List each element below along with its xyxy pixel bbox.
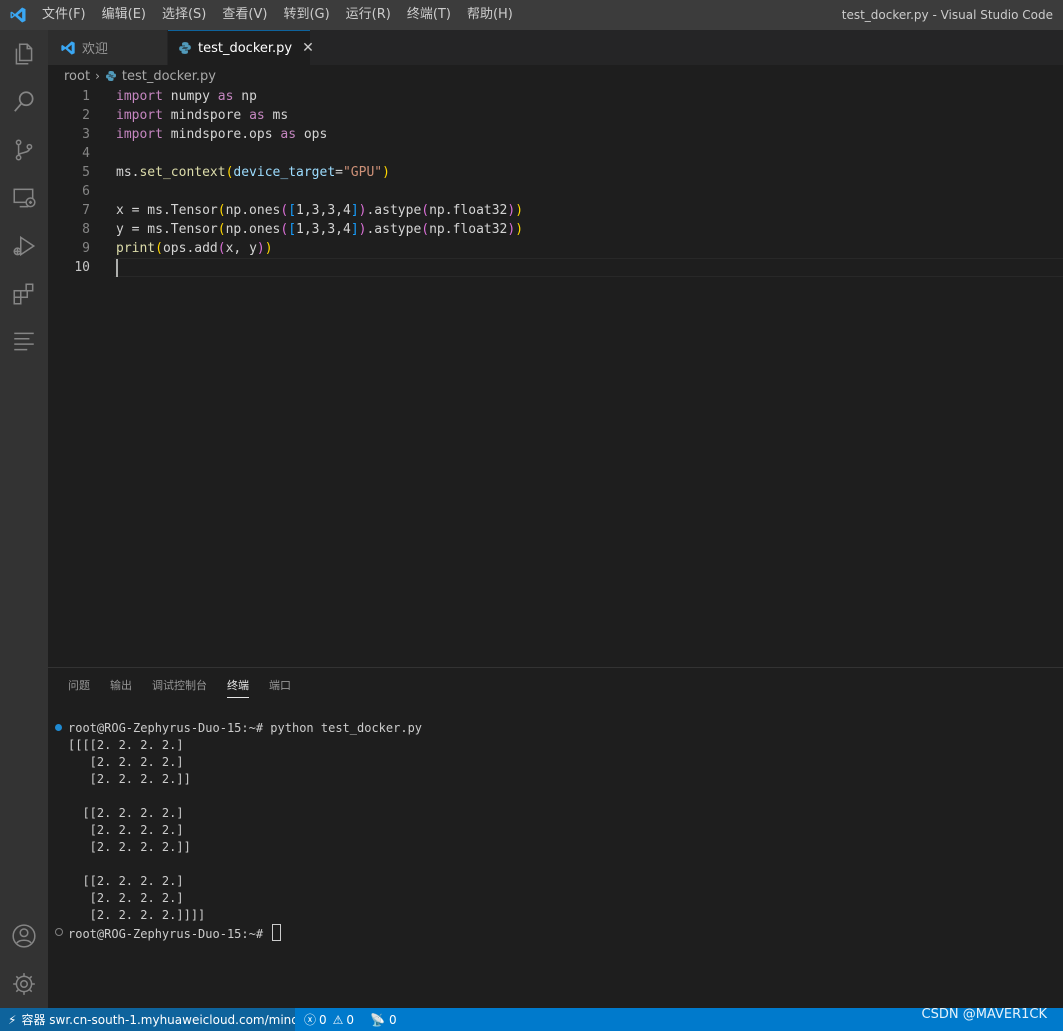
tab-debug-console[interactable]: 调试控制台 <box>142 668 217 704</box>
menu-selection[interactable]: 选择(S) <box>154 0 214 30</box>
accounts-icon[interactable] <box>0 912 48 960</box>
terminal-prompt-2: root@ROG-Zephyrus-Duo-15:~# <box>68 927 271 941</box>
tab-ports[interactable]: 端口 <box>259 668 301 704</box>
command-success-dot-icon <box>55 724 62 731</box>
code-line: y = ms.Tensor(np.ones([1,3,3,4]).astype(… <box>116 222 524 237</box>
breadcrumb-root[interactable]: root <box>64 69 90 84</box>
source-control-icon[interactable] <box>0 126 48 174</box>
broadcast-icon: 📡 <box>370 1012 385 1027</box>
close-tab-icon[interactable]: ✕ <box>302 40 314 56</box>
line-number: 9 <box>82 241 90 256</box>
panel-tabs: 问题 输出 调试控制台 终端 端口 <box>58 668 301 704</box>
terminal-result: [[[[2. 2. 2. 2.] [2. 2. 2. 2.] [2. 2. 2.… <box>68 738 206 922</box>
line-number: 1 <box>82 89 90 104</box>
title-bar: 文件(F) 编辑(E) 选择(S) 查看(V) 转到(G) 运行(R) 终端(T… <box>0 0 1063 30</box>
tab-output[interactable]: 输出 <box>100 668 142 704</box>
line-number: 2 <box>82 108 90 123</box>
menu-go[interactable]: 转到(G) <box>275 0 337 30</box>
activity-bar <box>0 30 48 1008</box>
menu-run[interactable]: 运行(R) <box>338 0 399 30</box>
line-number: 8 <box>82 222 90 237</box>
code-line: import numpy as np <box>116 89 257 104</box>
editor-tab-bar: 欢迎 test_docker.py ✕ <box>48 30 1063 65</box>
breadcrumb: root › test_docker.py <box>48 65 1063 87</box>
code-line: print(ops.add(x, y)) <box>116 241 273 256</box>
chevron-right-icon: › <box>95 69 100 83</box>
warning-count: 0 <box>346 1012 355 1027</box>
code-line: ms.set_context(device_target="GPU") <box>116 165 390 180</box>
tab-test-docker-label: test_docker.py <box>198 40 293 56</box>
bottom-panel: 问题 输出 调试控制台 终端 端口 root@ROG-Zephyrus-Duo-… <box>48 667 1063 1009</box>
run-debug-icon[interactable] <box>0 222 48 270</box>
menu-terminal[interactable]: 终端(T) <box>399 0 459 30</box>
ports-status[interactable]: 📡 0 <box>370 1008 397 1031</box>
line-number: 7 <box>82 203 90 218</box>
python-file-icon <box>105 70 117 82</box>
code-editor[interactable]: 1 import numpy as np 2 import mindspore as… <box>48 87 1063 667</box>
error-icon: ⓧ <box>304 1013 317 1027</box>
terminal-prompt: root@ROG-Zephyrus-Duo-15:~# <box>68 721 271 735</box>
menu-file[interactable]: 文件(F) <box>34 0 94 30</box>
python-file-icon <box>178 41 192 55</box>
remote-indicator[interactable]: ⚡ 容器 swr.cn-south-1.myhuaweicloud.com/mi… <box>0 1008 295 1031</box>
line-number: 4 <box>82 146 90 161</box>
tab-welcome[interactable]: 欢迎 <box>48 30 167 65</box>
error-count: 0 <box>319 1012 327 1027</box>
line-number: 6 <box>82 184 90 199</box>
menu-bar: 文件(F) 编辑(E) 选择(S) 查看(V) 转到(G) 运行(R) 终端(T… <box>34 0 521 30</box>
status-bar: ⚡ 容器 swr.cn-south-1.myhuaweicloud.com/mi… <box>0 1008 1063 1031</box>
problems-status[interactable]: ⓧ 0 ⚠ 0 <box>304 1008 354 1031</box>
line-number: 5 <box>82 165 90 180</box>
code-line: x = ms.Tensor(np.ones([1,3,3,4]).astype(… <box>116 203 524 218</box>
remote-explorer-icon[interactable] <box>0 174 48 222</box>
tab-terminal[interactable]: 终端 <box>217 668 259 704</box>
ports-count: 0 <box>388 1012 397 1027</box>
explorer-icon[interactable] <box>0 30 48 78</box>
tab-test-docker[interactable]: test_docker.py ✕ <box>168 30 314 65</box>
line-number: 3 <box>82 127 90 142</box>
tab-welcome-label: 欢迎 <box>82 42 109 57</box>
menu-help[interactable]: 帮助(H) <box>459 0 521 30</box>
terminal-cursor <box>272 924 282 941</box>
watermark: CSDN @MAVER1CK <box>921 1007 1048 1022</box>
text-cursor <box>116 259 118 277</box>
menu-edit[interactable]: 编辑(E) <box>94 0 154 30</box>
code-line: import mindspore as ms <box>116 108 289 123</box>
vscode-welcome-icon <box>60 40 76 56</box>
terminal-command: python test_docker.py <box>270 721 423 735</box>
manage-gear-icon[interactable] <box>0 960 48 1008</box>
line-number-current: 10 <box>74 260 90 275</box>
remote-label: 容器 swr.cn-south-1.myhuaweicloud.com/mind… <box>21 1013 295 1027</box>
remote-icon: ⚡ <box>8 1012 17 1027</box>
outline-icon[interactable] <box>0 318 48 366</box>
warning-icon: ⚠ <box>332 1012 344 1027</box>
window-title: test_docker.py - Visual Studio Code <box>841 8 1053 22</box>
terminal-output[interactable]: root@ROG-Zephyrus-Duo-15:~# python test_… <box>68 720 422 943</box>
search-icon[interactable] <box>0 78 48 126</box>
code-line: import mindspore.ops as ops <box>116 127 328 142</box>
breadcrumb-file[interactable]: test_docker.py <box>122 69 216 84</box>
vscode-logo-icon <box>10 7 26 23</box>
command-pending-dot-icon <box>55 928 63 936</box>
tab-problems[interactable]: 问题 <box>58 668 100 704</box>
menu-view[interactable]: 查看(V) <box>214 0 275 30</box>
extensions-icon[interactable] <box>0 270 48 318</box>
